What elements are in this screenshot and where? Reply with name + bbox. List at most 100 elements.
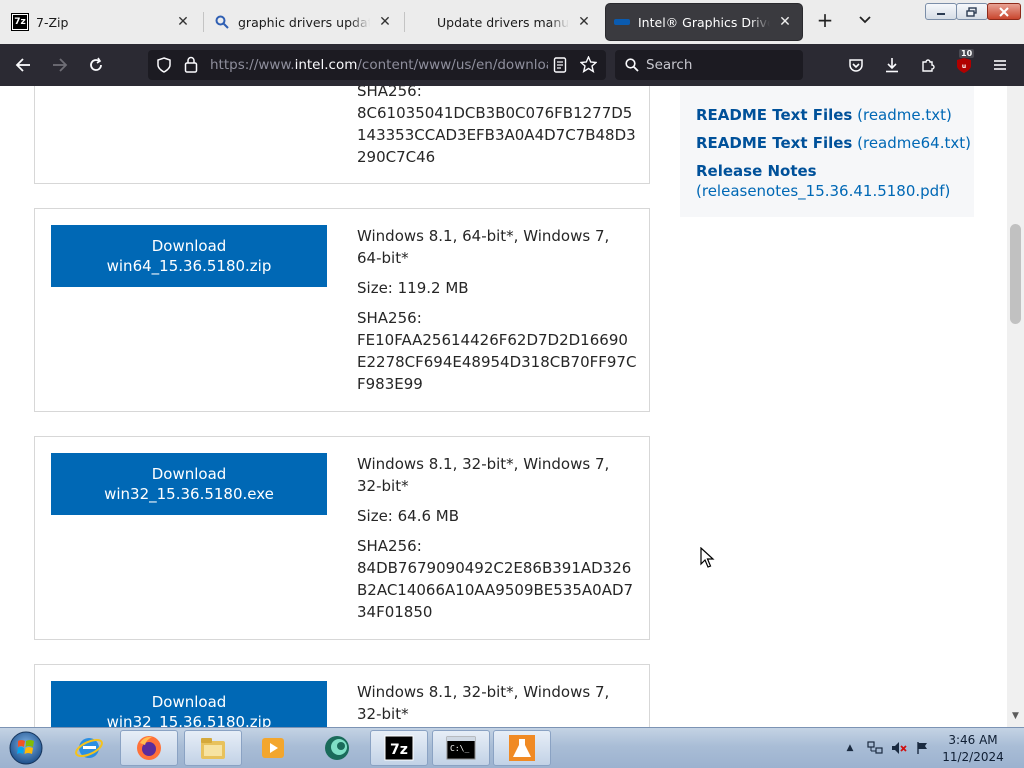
os-support: Windows 8.1, 32-bit*, Windows 7, 32-bit* [357, 683, 610, 723]
download-button-label: Download [151, 237, 227, 255]
sha-label: SHA256: [357, 537, 422, 555]
readme-txt-link[interactable]: README Text Files (readme.txt) [696, 105, 952, 125]
volume-tray-icon[interactable] [890, 728, 908, 768]
link-file: (releasenotes_15.36.41.5180.pdf) [696, 182, 951, 200]
media-player-icon [262, 738, 284, 758]
close-icon [999, 6, 1009, 17]
taskbar-file-explorer[interactable] [184, 730, 242, 766]
link-file: (readme64.txt) [852, 134, 971, 152]
search-placeholder: Search [646, 57, 693, 73]
tab-microsoft[interactable]: Update drivers manually in Windows ✕ [405, 4, 601, 40]
tab-title: graphic drivers update - Search [238, 14, 370, 30]
7zip-icon: 7z [384, 735, 414, 761]
download-card: Download win64_15.36.5180.zip Windows 8.… [34, 208, 650, 412]
system-clock[interactable]: 3:46 AM 11/2/2024 [934, 732, 1012, 766]
reader-view-icon[interactable] [553, 57, 567, 73]
taskbar-internet-explorer[interactable] [60, 730, 118, 766]
file-explorer-icon [201, 738, 225, 759]
taskbar-app[interactable] [308, 730, 366, 766]
url-domain: intel.com [294, 57, 358, 73]
reload-button[interactable] [83, 53, 109, 77]
download-button-label: Download [151, 693, 227, 711]
link-title: Release Notes [696, 162, 817, 180]
download-button-filename: win64_15.36.5180.zip [106, 257, 272, 275]
taskbar-media-player[interactable] [244, 730, 302, 766]
download-button-filename: win32_15.36.5180.zip [106, 713, 272, 727]
tab-search[interactable]: graphic drivers update - Search ✕ [206, 4, 402, 40]
tab-intel[interactable]: Intel® Graphics Driver for Windows ✕ [606, 4, 802, 40]
page-content: SHA256: 8C61035041DCB3B0C076FB1277D51433… [0, 86, 1007, 727]
tab-close-icon[interactable]: ✕ [376, 14, 394, 30]
minimize-button[interactable] [925, 3, 957, 20]
pocket-button[interactable] [843, 53, 869, 77]
svg-text:C:\_: C:\_ [450, 744, 469, 753]
download-win64-zip-button[interactable]: Download win64_15.36.5180.zip [51, 225, 327, 287]
taskbar-command-prompt[interactable]: C:\_ [432, 730, 490, 766]
lock-icon[interactable] [184, 56, 198, 73]
sha-value: FE10FAA25614426F62D7D2D16690E2278CF694E4… [357, 331, 637, 393]
sha-value: 84DB7679090492C2E86B391AD326B2AC14066A10… [357, 559, 634, 621]
url-prefix: https://www. [210, 57, 295, 73]
download-info: Windows 8.1, 32-bit*, Windows 7, 32-bit* [357, 681, 637, 727]
search-bar[interactable]: Search [615, 50, 803, 80]
search-icon [214, 14, 230, 30]
restore-icon [966, 6, 977, 17]
action-center-tray-icon[interactable] [914, 728, 932, 768]
bookmark-star-icon[interactable] [580, 56, 597, 73]
command-prompt-icon: C:\_ [446, 736, 476, 760]
minimize-icon [937, 12, 945, 15]
readme64-txt-link[interactable]: README Text Files (readme64.txt) [696, 133, 971, 153]
tab-close-icon[interactable]: ✕ [174, 14, 192, 30]
url-bar[interactable]: https://www.intel.com/content/www/us/en/… [148, 50, 606, 80]
forward-button[interactable] [47, 53, 73, 77]
taskbar-7zip[interactable]: 7z [370, 730, 428, 766]
network-tray-icon[interactable] [866, 728, 884, 768]
chevron-down-icon [859, 16, 871, 24]
download-info: SHA256: 8C61035041DCB3B0C076FB1277D51433… [357, 86, 637, 176]
download-win32-zip-button[interactable]: Download win32_15.36.5180.zip [51, 681, 327, 727]
tab-title: Update drivers manually in Windows [437, 14, 569, 30]
url-text[interactable]: https://www.intel.com/content/www/us/en/… [210, 57, 548, 73]
volume-muted-icon [892, 742, 907, 754]
new-tab-button[interactable]: + [814, 10, 836, 32]
file-size: Size: 64.6 MB [357, 507, 460, 525]
download-button-filename: win32_15.36.5180.exe [104, 485, 274, 503]
release-notes-link[interactable]: Release Notes (releasenotes_15.36.41.5180… [696, 161, 950, 201]
taskbar-lab-app[interactable] [493, 730, 551, 766]
list-all-tabs-button[interactable] [854, 10, 876, 32]
tab-close-icon[interactable]: ✕ [776, 14, 794, 30]
tab-7zip[interactable]: 7z 7-Zip ✕ [4, 4, 200, 40]
download-card: Download win32_15.36.5180.zip Windows 8.… [34, 664, 650, 727]
page-scrollbar[interactable]: ▼ [1007, 86, 1024, 727]
show-hidden-icons-button[interactable]: ▲ [843, 728, 857, 768]
url-path: /content/www/us/en/download/ [357, 57, 548, 73]
tab-close-icon[interactable]: ✕ [575, 14, 593, 30]
start-button[interactable] [6, 730, 46, 766]
flag-icon [917, 742, 927, 754]
download-button-label: Download [151, 465, 227, 483]
tab-separator [203, 12, 204, 32]
scrollbar-thumb[interactable] [1010, 224, 1021, 324]
back-button[interactable] [10, 53, 36, 77]
download-info: Windows 8.1, 32-bit*, Windows 7, 32-bit*… [357, 453, 637, 631]
tab-title: 7-Zip [36, 14, 69, 30]
file-size: Size: 119.2 MB [357, 279, 469, 297]
download-win32-exe-button[interactable]: Download win32_15.36.5180.exe [51, 453, 327, 515]
downloads-button[interactable] [879, 53, 905, 77]
navigation-bar: https://www.intel.com/content/www/us/en/… [0, 44, 1024, 86]
taskbar-firefox[interactable] [120, 730, 178, 766]
restore-button[interactable] [956, 3, 988, 20]
firefox-icon [137, 736, 161, 760]
scroll-down-arrow-icon[interactable]: ▼ [1010, 711, 1021, 723]
arrow-right-icon [53, 58, 68, 72]
hamburger-menu-icon [994, 60, 1006, 70]
shield-icon[interactable] [156, 57, 172, 73]
arrow-left-icon [15, 58, 30, 72]
close-window-button[interactable] [987, 3, 1021, 20]
internet-explorer-icon [75, 738, 103, 758]
extensions-button[interactable] [915, 53, 941, 77]
documentation-box: README Text Files (readme.txt) README Te… [680, 86, 974, 217]
app-menu-button[interactable] [987, 53, 1013, 77]
svg-text:u: u [962, 63, 966, 70]
clock-time: 3:46 AM [948, 733, 998, 747]
